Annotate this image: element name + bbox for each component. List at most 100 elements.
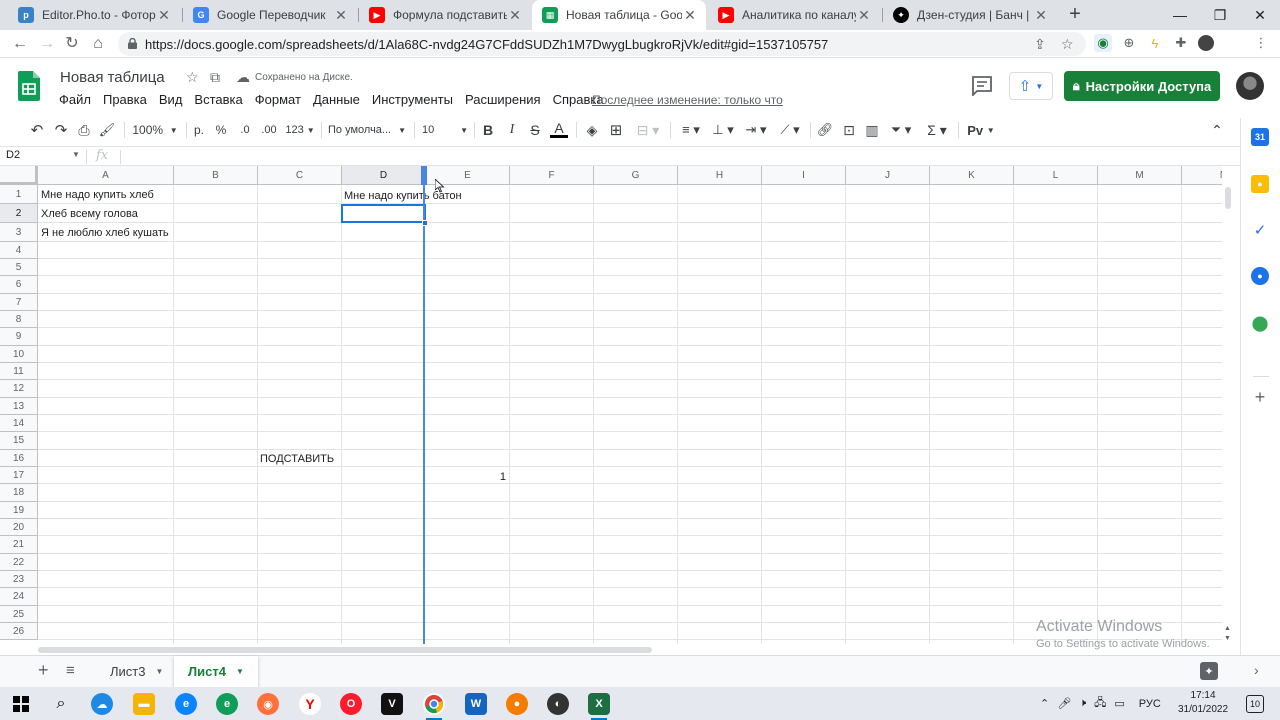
forward-arrow-icon[interactable]: → <box>37 34 57 54</box>
obs-icon[interactable]: ◐ <box>547 693 569 715</box>
selected-cell-d2[interactable] <box>341 204 426 223</box>
close-icon[interactable]: ✕ <box>856 7 872 24</box>
cell-a3[interactable]: Я не люблю хлеб кушать <box>41 227 169 239</box>
volume-muted-icon[interactable]: 🕨︎ <box>1079 697 1086 710</box>
print-icon[interactable]: ⎙ <box>75 120 93 140</box>
cell-a2[interactable]: Хлеб всему голова <box>41 208 138 220</box>
column-header-l[interactable]: L <box>1014 166 1098 185</box>
last-edit-link[interactable]: Последнее изменение: только что <box>592 93 783 107</box>
share-page-icon[interactable]: ⇪ <box>1034 36 1046 53</box>
reload-icon[interactable]: ↻ <box>62 34 82 54</box>
row-header[interactable]: 17 <box>0 467 38 484</box>
browser-menu-icon[interactable]: ⋮ <box>1252 34 1270 52</box>
paint-format-icon[interactable]: 🖌︎ <box>98 120 116 140</box>
taskbar-clock[interactable]: 17:14 31/01/2022 <box>1178 689 1228 717</box>
row-header[interactable]: 19 <box>0 502 38 519</box>
row-header[interactable]: 25 <box>0 606 38 623</box>
merge-cells-icon[interactable]: ⊟ ▾ <box>632 120 664 140</box>
row-header[interactable]: 3 <box>0 223 38 242</box>
keep-icon[interactable]: ● <box>1251 175 1269 193</box>
row-header[interactable]: 21 <box>0 536 38 554</box>
scroll-down-icon[interactable]: ▼ <box>1224 635 1231 642</box>
bold-button[interactable]: B <box>480 120 496 140</box>
bookmark-star-icon[interactable]: ☆ <box>1061 36 1074 53</box>
menu-file[interactable]: Файл <box>59 92 91 110</box>
video-editor-icon[interactable]: V <box>381 693 403 715</box>
excel-icon[interactable]: X <box>588 693 610 720</box>
name-box[interactable]: D2 <box>6 149 20 161</box>
browser-tab-pho[interactable]: p Editor.Pho.to - Фоторедактор ✕ <box>8 0 180 30</box>
menu-insert[interactable]: Вставка <box>194 92 242 110</box>
row-header[interactable]: 15 <box>0 432 38 450</box>
row-header[interactable]: 13 <box>0 398 38 415</box>
profile-avatar-icon[interactable] <box>1198 35 1214 51</box>
row-header[interactable]: 2 <box>0 204 38 223</box>
input-tools-button[interactable]: Рv ▼ <box>964 120 998 140</box>
borders-icon[interactable]: ⊞ <box>607 120 625 140</box>
redo-icon[interactable]: ↷ <box>52 120 70 140</box>
document-title[interactable]: Новая таблица <box>60 69 165 86</box>
row-header[interactable]: 4 <box>0 242 38 259</box>
edge-browser-icon[interactable]: e <box>216 693 238 715</box>
more-formats-button[interactable]: 123 ▼ <box>283 120 317 140</box>
row-header[interactable]: 8 <box>0 311 38 328</box>
word-icon[interactable]: W <box>465 693 487 715</box>
column-header-m[interactable]: M <box>1098 166 1182 185</box>
browser-tab-youtube-analytics[interactable]: ▶ Аналитика по каналу - YouTube ✕ <box>708 0 880 30</box>
cell-e17[interactable]: 1 <box>426 471 506 483</box>
cloud-app-icon[interactable]: ☁ <box>91 693 113 715</box>
tasks-icon[interactable]: ✓ <box>1251 221 1269 239</box>
account-avatar[interactable] <box>1236 72 1264 100</box>
browser-tab-sheets[interactable]: ▦ Новая таблица - Google Таблицы ✕ <box>532 0 706 30</box>
close-icon[interactable]: ✕ <box>682 7 698 24</box>
row-header[interactable]: 11 <box>0 363 38 380</box>
menu-tools[interactable]: Инструменты <box>372 92 453 110</box>
row-header[interactable]: 14 <box>0 415 38 432</box>
column-header-d[interactable]: D <box>342 166 426 185</box>
fill-handle[interactable] <box>422 220 428 226</box>
row-header[interactable]: 9 <box>0 328 38 346</box>
column-header-f[interactable]: F <box>510 166 594 185</box>
row-header[interactable]: 1 <box>0 185 38 204</box>
row-header[interactable]: 26 <box>0 623 38 640</box>
calendar-icon[interactable]: 31 <box>1251 128 1269 146</box>
insert-comment-icon[interactable]: ⊡ <box>840 120 858 140</box>
filter-icon[interactable]: ⏷ ▾ <box>886 120 916 140</box>
align-horizontal-icon[interactable]: ≡ ▾ <box>677 120 705 140</box>
horizontal-scroll-thumb[interactable] <box>38 647 652 653</box>
column-header-n[interactable]: N <box>1182 166 1222 185</box>
fill-color-icon[interactable]: ◈ <box>583 120 601 140</box>
star-icon[interactable]: ☆ <box>186 69 199 86</box>
omnibox[interactable]: https://docs.google.com/spreadsheets/d/1… <box>118 32 1086 56</box>
row-header[interactable]: 22 <box>0 554 38 571</box>
close-icon[interactable]: ✕ <box>156 7 172 24</box>
globe-extension-icon[interactable]: ⊕ <box>1120 34 1138 52</box>
add-sheet-plus-icon[interactable]: + <box>38 660 49 681</box>
text-rotation-icon[interactable]: ⟋ ▾ <box>775 120 805 140</box>
microphone-app-icon[interactable]: ● <box>506 693 528 715</box>
row-header[interactable]: 7 <box>0 294 38 311</box>
font-size-select[interactable]: 10 ▼ <box>422 120 468 140</box>
scroll-up-icon[interactable]: ▲ <box>1224 625 1231 632</box>
row-header[interactable]: 10 <box>0 346 38 363</box>
row-header[interactable]: 20 <box>0 519 38 536</box>
ie-browser-icon[interactable]: e <box>175 693 197 715</box>
sheets-logo-icon[interactable] <box>18 71 40 101</box>
new-tab-plus-icon[interactable]: + <box>1064 4 1086 26</box>
menu-data[interactable]: Данные <box>313 92 360 110</box>
row-header[interactable]: 12 <box>0 380 38 398</box>
row-header[interactable]: 24 <box>0 588 38 606</box>
strikethrough-button[interactable]: S <box>527 120 543 140</box>
battery-icon[interactable]: ▭ <box>1114 697 1124 710</box>
currency-format-button[interactable]: р. <box>192 120 206 140</box>
menu-edit[interactable]: Правка <box>103 92 147 110</box>
text-wrap-icon[interactable]: ⇥ ▾ <box>742 120 770 140</box>
increase-decimal-button[interactable]: .00 <box>260 120 278 140</box>
window-close-icon[interactable]: ✕ <box>1240 0 1280 30</box>
network-icon[interactable]: 🖧︎ <box>1094 694 1106 713</box>
maps-pin-icon[interactable]: ⬤ <box>1251 314 1269 332</box>
add-addon-plus-icon[interactable]: + <box>1251 387 1269 407</box>
text-color-button[interactable]: A <box>550 120 568 138</box>
spreadsheet-grid[interactable]: A B C D E F G H I J K L M N 1 2 3 4 5 6 … <box>0 166 1222 644</box>
microphone-icon[interactable]: 🎤︎ <box>1057 697 1071 710</box>
